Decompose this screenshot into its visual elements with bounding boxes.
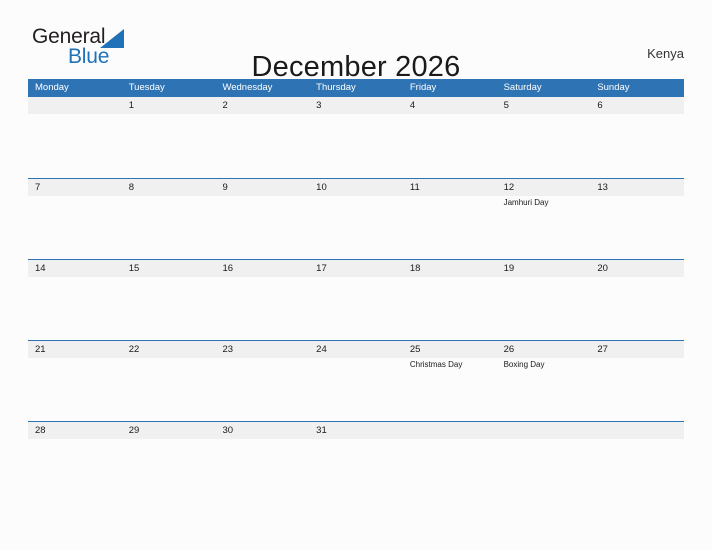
- calendar-day-number: 1: [128, 100, 135, 111]
- calendar-day-cell[interactable]: 11: [402, 179, 497, 259]
- calendar-day-cell[interactable]: 14: [28, 260, 122, 340]
- calendar-day-cell[interactable]: 21: [28, 341, 122, 421]
- weekday-header-tuesday: Tuesday: [128, 82, 165, 93]
- calendar-day-number: 11: [409, 182, 420, 193]
- calendar-day-cell[interactable]: 31: [309, 422, 403, 502]
- calendar-day-band: [590, 422, 685, 439]
- calendar-day-number: 20: [597, 263, 608, 274]
- calendar-day-cell[interactable]: 16: [215, 260, 310, 340]
- calendar-day-cell[interactable]: 1: [121, 97, 216, 178]
- calendar-day-number: 24: [316, 344, 327, 355]
- calendar-day-number: 12: [503, 182, 515, 193]
- calendar-day-cell[interactable]: 28: [28, 422, 122, 502]
- calendar-day-cell[interactable]: 9: [215, 179, 310, 259]
- calendar-day-number: 2: [222, 100, 228, 111]
- calendar-day-cell[interactable]: 18: [402, 260, 497, 340]
- calendar-day-cell-empty: [590, 422, 685, 502]
- calendar-day-cell-empty: [28, 97, 122, 178]
- calendar-week-row: 14 15 16 17 18 19 20: [28, 259, 685, 340]
- calendar-day-cell[interactable]: 6: [590, 97, 685, 178]
- calendar-day-events: Boxing Day: [504, 359, 591, 370]
- weekday-header-row: Monday Tuesday Wednesday Thursday Friday…: [28, 79, 684, 97]
- weekday-header-thursday: Thursday: [316, 82, 356, 93]
- calendar-day-cell[interactable]: 24: [309, 341, 403, 421]
- calendar-day-number: 31: [316, 425, 327, 436]
- calendar-day-number: 25: [409, 344, 421, 355]
- calendar-week-cells: 28 29 30 31: [28, 422, 685, 502]
- calendar-day-cell[interactable]: 12 Jamhuri Day: [496, 179, 591, 259]
- calendar-day-number: 18: [409, 263, 421, 274]
- weekday-header-monday: Monday: [35, 82, 69, 93]
- calendar-week-cells: 21 22 23 24 25 Christmas Day 26 Boxing Day 27: [28, 341, 685, 421]
- calendar-day-number: 3: [316, 100, 322, 111]
- calendar-holiday-label: Christmas Day: [409, 360, 463, 369]
- calendar-week-cells: 1 2 3 4 5 6: [28, 97, 685, 178]
- calendar-day-cell[interactable]: 3: [309, 97, 403, 178]
- weekday-header-sunday: Sunday: [597, 82, 630, 93]
- calendar-day-number: 6: [597, 100, 603, 111]
- calendar-weeks: 1 2 3 4 5 6 7 8 9 10 11 12 Jamhuri Day 13 14 15 16 17 18 19…: [28, 97, 685, 502]
- calendar-week-row: 1 2 3 4 5 6: [28, 97, 685, 178]
- calendar-day-number: 23: [222, 344, 234, 355]
- calendar-day-cell[interactable]: 26 Boxing Day: [496, 341, 591, 421]
- calendar-day-events: Christmas Day: [410, 359, 497, 370]
- calendar-week-cells: 14 15 16 17 18 19 20: [28, 260, 685, 340]
- calendar-day-band: [496, 422, 591, 439]
- calendar-day-cell[interactable]: 4: [402, 97, 497, 178]
- region-label: Kenya: [647, 46, 684, 61]
- calendar-day-number: 26: [503, 344, 515, 355]
- calendar-day-cell-empty: [496, 422, 591, 502]
- calendar-day-number: 14: [35, 263, 46, 274]
- calendar-day-events: Jamhuri Day: [504, 197, 591, 208]
- calendar-day-number: 15: [128, 263, 140, 274]
- calendar-grid: Monday Tuesday Wednesday Thursday Friday…: [28, 79, 685, 502]
- calendar-day-number: 30: [222, 425, 234, 436]
- calendar-week-cells: 7 8 9 10 11 12 Jamhuri Day 13: [28, 179, 685, 259]
- calendar-week-row: 21 22 23 24 25 Christmas Day 26 Boxing Day 27: [28, 340, 685, 421]
- calendar-day-band: [402, 422, 497, 439]
- calendar-day-cell[interactable]: 30: [215, 422, 310, 502]
- calendar-day-cell[interactable]: 2: [215, 97, 310, 178]
- calendar-day-cell[interactable]: 19: [496, 260, 591, 340]
- calendar-day-cell[interactable]: 15: [121, 260, 216, 340]
- calendar-day-number: 17: [316, 263, 327, 274]
- calendar-day-cell[interactable]: 5: [496, 97, 591, 178]
- calendar-day-number: 19: [503, 263, 515, 274]
- calendar-day-cell[interactable]: 13: [590, 179, 685, 259]
- calendar-day-number: 21: [35, 344, 46, 355]
- calendar-day-cell[interactable]: 22: [121, 341, 216, 421]
- calendar-day-cell[interactable]: 25 Christmas Day: [402, 341, 497, 421]
- calendar-day-cell[interactable]: 20: [590, 260, 685, 340]
- calendar-day-number: 29: [128, 425, 140, 436]
- calendar-day-cell[interactable]: 7: [28, 179, 122, 259]
- calendar-day-cell[interactable]: 29: [121, 422, 216, 502]
- calendar-week-row: 28 29 30 31: [28, 421, 685, 502]
- calendar-day-cell[interactable]: 23: [215, 341, 310, 421]
- calendar-day-number: 22: [128, 344, 140, 355]
- calendar-day-number: 28: [35, 425, 46, 436]
- calendar-day-number: 8: [128, 182, 135, 193]
- calendar-day-band: [28, 97, 122, 114]
- calendar-day-number: 4: [409, 100, 416, 111]
- page-header: General Blue December 2026 Kenya: [0, 0, 712, 84]
- calendar-day-cell[interactable]: 27: [590, 341, 685, 421]
- calendar-day-cell[interactable]: 10: [309, 179, 403, 259]
- calendar-day-number: 5: [503, 100, 509, 111]
- calendar-holiday-label: Boxing Day: [503, 360, 545, 369]
- calendar-holiday-label: Jamhuri Day: [503, 198, 549, 207]
- weekday-header-friday: Friday: [409, 82, 437, 93]
- calendar-day-number: 13: [597, 182, 608, 193]
- weekday-header-saturday: Saturday: [503, 82, 542, 93]
- calendar-day-cell[interactable]: 8: [121, 179, 216, 259]
- calendar-week-row: 7 8 9 10 11 12 Jamhuri Day 13: [28, 178, 685, 259]
- calendar-day-cell[interactable]: 17: [309, 260, 403, 340]
- calendar-day-number: 27: [597, 344, 608, 355]
- calendar-day-number: 9: [222, 182, 228, 193]
- calendar-day-number: 16: [222, 263, 234, 274]
- weekday-header-wednesday: Wednesday: [222, 82, 273, 93]
- calendar-day-cell-empty: [402, 422, 497, 502]
- calendar-day-number: 7: [35, 182, 41, 193]
- calendar-day-number: 10: [316, 182, 327, 193]
